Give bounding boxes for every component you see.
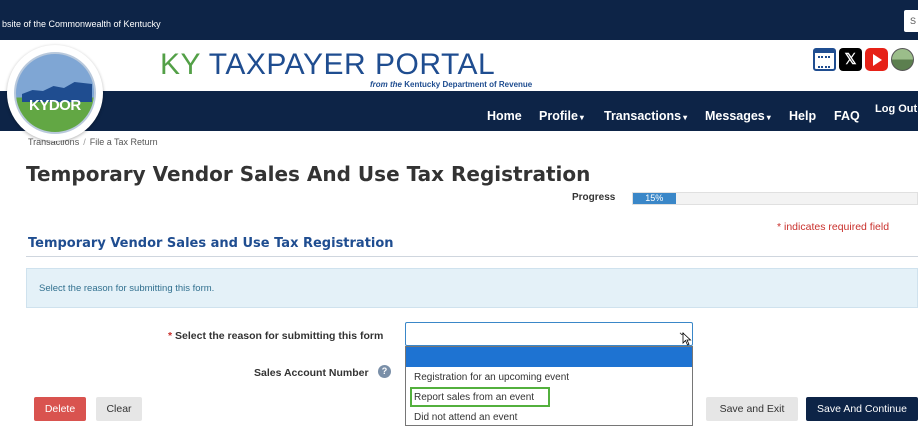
reason-select[interactable]: ⌄ xyxy=(405,322,693,346)
chevron-down-icon: ▾ xyxy=(766,113,771,122)
progress-fill: 15% xyxy=(633,193,676,204)
nav-home-label: Home xyxy=(487,109,522,123)
gov-search-button[interactable]: S xyxy=(904,10,918,32)
breadcrumb-current: File a Tax Return xyxy=(89,137,158,147)
portal-subtitle: from the Kentucky Department of Revenue xyxy=(370,80,532,89)
nav-home[interactable]: Home xyxy=(487,109,522,123)
social-links: 𝕏 xyxy=(813,48,914,74)
dropdown-option-blank[interactable] xyxy=(406,347,692,367)
clear-button[interactable]: Clear xyxy=(96,397,142,421)
dropdown-option-upcoming-event[interactable]: Registration for an upcoming event xyxy=(406,367,692,387)
chevron-down-icon: ▾ xyxy=(683,113,688,122)
nav-transactions[interactable]: Transactions ▾ xyxy=(604,109,687,123)
section-title: Temporary Vendor Sales and Use Tax Regis… xyxy=(28,236,394,251)
required-field-note: * indicates required field xyxy=(777,221,890,233)
progress-bar: 15% xyxy=(632,192,918,205)
nav-messages[interactable]: Messages ▾ xyxy=(705,109,771,123)
chevron-down-icon: ▾ xyxy=(579,113,584,122)
x-social-icon[interactable]: 𝕏 xyxy=(839,48,862,71)
save-and-continue-button[interactable]: Save And Continue xyxy=(806,397,918,421)
logo-text: KYDOR xyxy=(29,97,81,114)
dropdown-option-report-sales[interactable]: Report sales from an event xyxy=(410,387,550,407)
nav-profile-label: Profile xyxy=(539,109,578,123)
logo-emblem: KYDOR xyxy=(14,52,96,134)
main-nav: Home Profile ▾ Transactions ▾ Messages ▾ He… xyxy=(0,91,918,131)
gov-banner-text: bsite of the Commonwealth of Kentucky xyxy=(2,19,161,29)
portal-title[interactable]: KY TAXPAYER PORTAL xyxy=(160,48,495,82)
youtube-icon[interactable] xyxy=(865,48,888,71)
nav-faq[interactable]: FAQ xyxy=(834,109,860,123)
info-alert-text: Select the reason for submitting this fo… xyxy=(39,283,215,294)
site-header: KY TAXPAYER PORTAL from the Kentucky Dep… xyxy=(0,40,918,91)
calendar-icon[interactable] xyxy=(813,48,836,71)
portal-subtitle-from: from the xyxy=(370,80,402,89)
nav-transactions-label: Transactions xyxy=(604,109,682,123)
portal-title-ky: KY xyxy=(160,48,201,81)
breadcrumb-separator: / xyxy=(83,137,86,147)
nav-help-label: Help xyxy=(789,109,817,123)
progress-label: Progress xyxy=(572,192,616,203)
app-icon[interactable] xyxy=(891,48,914,71)
portal-title-rest: TAXPAYER PORTAL xyxy=(200,48,496,81)
help-icon[interactable]: ? xyxy=(378,365,391,378)
nav-messages-label: Messages xyxy=(705,109,765,123)
delete-button[interactable]: Delete xyxy=(34,397,86,421)
page-title: Temporary Vendor Sales And Use Tax Regis… xyxy=(26,162,591,186)
mouse-cursor-icon xyxy=(682,332,692,346)
save-and-exit-button[interactable]: Save and Exit xyxy=(706,397,798,421)
portal-subtitle-rest: Kentucky Department of Revenue xyxy=(402,80,533,89)
kydor-logo[interactable]: KYDOR xyxy=(7,45,103,141)
nav-faq-label: FAQ xyxy=(834,109,860,123)
account-number-label: Sales Account Number xyxy=(254,367,369,379)
nav-help[interactable]: Help xyxy=(789,109,816,123)
reason-label-text: Select the reason for submitting this fo… xyxy=(172,330,384,342)
reason-field-label: * Select the reason for submitting this … xyxy=(168,330,383,342)
section-divider xyxy=(26,256,918,257)
dropdown-option-did-not-attend[interactable]: Did not attend an event xyxy=(406,407,692,427)
logout-link[interactable]: Log Out xyxy=(875,103,917,115)
info-alert: Select the reason for submitting this fo… xyxy=(26,268,918,308)
gov-banner: bsite of the Commonwealth of Kentucky S xyxy=(0,0,918,40)
reason-dropdown-list: Registration for an upcoming event Repor… xyxy=(405,346,693,426)
nav-profile[interactable]: Profile ▾ xyxy=(539,109,584,123)
